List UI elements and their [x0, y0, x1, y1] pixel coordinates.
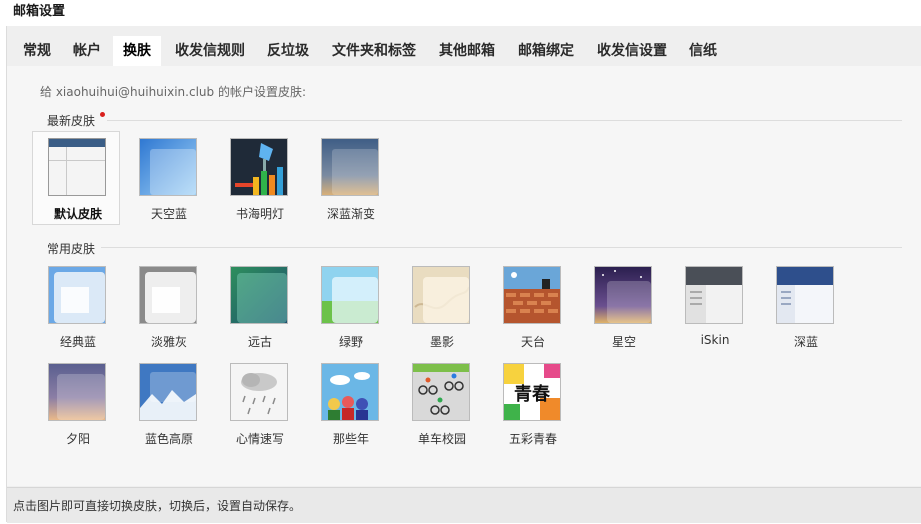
skin-label: iSkin [700, 333, 730, 347]
tab-anti-spam[interactable]: 反垃圾 [259, 36, 317, 66]
deep-blue-gradient-thumbnail [321, 138, 379, 196]
skin-label: 墨影 [429, 335, 454, 349]
blue-plateau-thumbnail [139, 363, 197, 421]
skin-label: 远古 [247, 335, 272, 349]
skin-label: 夕阳 [65, 432, 90, 446]
ink-shadow-thumbnail [412, 266, 470, 324]
page-title: 邮箱设置 [0, 0, 921, 26]
rooftop-thumbnail [503, 266, 561, 324]
art-text: 青春 [514, 383, 551, 405]
skin-label: 天台 [520, 335, 545, 349]
skin-content: 给 xiaohuihui@huihuixin.club 的帐户设置皮肤: 最新皮… [7, 66, 921, 486]
tab-skin[interactable]: 换肤 [113, 36, 161, 66]
skin-label: 单车校园 [417, 432, 466, 446]
sky-blue-thumbnail [139, 138, 197, 196]
bike-campus-thumbnail [412, 363, 470, 421]
footer-hint: 点击图片即可直接切换皮肤，切换后，设置自动保存。 [13, 499, 302, 513]
tab-stationery[interactable]: 信纸 [681, 36, 725, 66]
book-lamp-thumbnail [230, 138, 288, 196]
starry-sky-thumbnail [594, 266, 652, 324]
skin-label: 天空蓝 [150, 207, 187, 221]
skin-label: 默认皮肤 [53, 207, 102, 221]
skin-label: 星空 [611, 335, 636, 349]
footer-bar: 点击图片即可直接切换皮肤，切换后，设置自动保存。 [7, 487, 921, 523]
skin-label: 深蓝 [793, 335, 818, 349]
iskin-thumbnail [685, 266, 743, 324]
tab-folders-labels[interactable]: 文件夹和标签 [321, 36, 427, 66]
skin-label: 绿野 [338, 335, 363, 349]
skin-label: 书海明灯 [235, 207, 284, 221]
section-latest-label: 最新皮肤 [47, 114, 96, 128]
skin-label: 那些年 [332, 432, 369, 446]
those-years-thumbnail [321, 363, 379, 421]
tab-mailbox-binding[interactable]: 邮箱绑定 [509, 36, 583, 66]
colorful-youth-thumbnail: 青春 [503, 363, 561, 421]
deep-blue-thumbnail [776, 266, 834, 324]
mood-sketch-thumbnail [230, 363, 288, 421]
new-badge-dot [100, 112, 105, 117]
tab-general[interactable]: 常规 [15, 36, 59, 66]
section-divider [101, 247, 902, 248]
default-skin-thumbnail [48, 138, 106, 196]
tab-account[interactable]: 帐户 [65, 36, 109, 66]
skin-label: 深蓝渐变 [326, 207, 375, 221]
tab-send-receive-settings[interactable]: 收发信设置 [587, 36, 677, 66]
classic-blue-thumbnail [48, 266, 106, 324]
tab-other-mailboxes[interactable]: 其他邮箱 [430, 36, 504, 66]
settings-tabs: 常规 帐户 换肤 收发信规则 反垃圾 文件夹和标签 其他邮箱 邮箱绑定 收发信设… [7, 36, 921, 66]
sunset-thumbnail [48, 363, 106, 421]
section-divider [107, 120, 902, 121]
skin-label: 五彩青春 [508, 432, 557, 446]
ancient-thumbnail [230, 266, 288, 324]
skin-label: 心情速写 [235, 432, 284, 446]
skin-hint: 给 xiaohuihui@huihuixin.club 的帐户设置皮肤: [40, 85, 306, 99]
skin-label: 淡雅灰 [150, 335, 187, 349]
elegant-gray-thumbnail [139, 266, 197, 324]
settings-panel: 常规 帐户 换肤 收发信规则 反垃圾 文件夹和标签 其他邮箱 邮箱绑定 收发信设… [6, 26, 921, 523]
tab-mail-rules[interactable]: 收发信规则 [165, 36, 255, 66]
green-field-thumbnail [321, 266, 379, 324]
section-common-label: 常用皮肤 [47, 242, 96, 256]
skin-label: 经典蓝 [59, 335, 96, 349]
skin-label: 蓝色高原 [144, 432, 193, 446]
